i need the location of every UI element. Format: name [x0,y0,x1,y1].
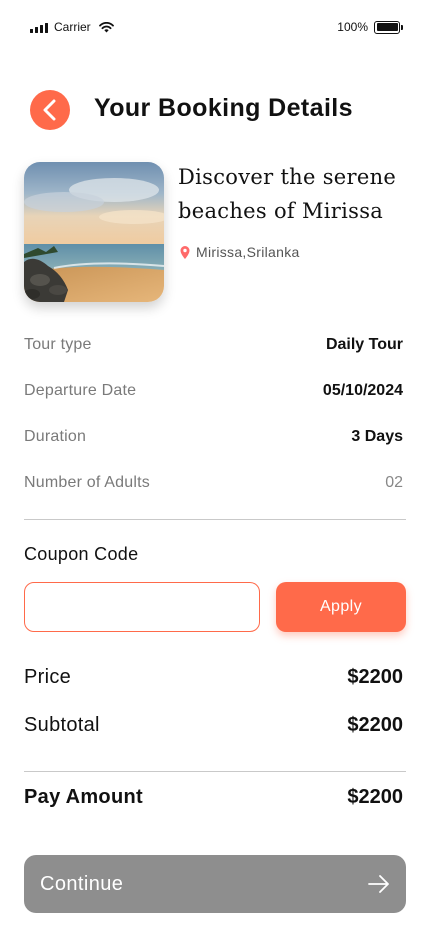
map-pin-icon [180,245,190,259]
chevron-left-icon [43,99,56,121]
tour-title: Discover the serene beaches of Mirissa [178,165,397,223]
detail-value: 05/10/2024 [322,382,403,399]
coupon-input[interactable] [24,582,260,632]
divider [24,771,406,772]
price-row: Price $2200 [24,666,403,689]
detail-row-adults: Number of Adults 02 [24,474,403,492]
back-button[interactable] [30,90,70,130]
detail-value: 3 Days [351,428,403,445]
price-value: $2200 [347,666,403,688]
detail-row-departure-date: Departure Date 05/10/2024 [24,382,403,400]
continue-button[interactable]: Continue [24,855,406,913]
price-label: Price [24,666,72,688]
pay-amount-row: Pay Amount $2200 [24,786,403,809]
detail-row-duration: Duration 3 Days [24,428,403,446]
page-title: Your Booking Details [94,94,353,122]
detail-label: Departure Date [24,382,137,399]
battery-icon [374,20,403,34]
location-text: Mirissa,Srilanka [196,244,300,260]
subtotal-row: Subtotal $2200 [24,714,403,737]
detail-value: Daily Tour [325,336,403,353]
divider [24,519,406,520]
detail-value: 02 [385,474,403,491]
subtotal-value: $2200 [347,714,403,736]
tour-image [24,162,164,302]
beach-photo [24,162,164,302]
pay-amount-label: Pay Amount [24,786,143,808]
carrier-name: Carrier [54,20,91,34]
signal-icon [30,22,48,33]
coupon-label: Coupon Code [24,544,139,564]
subtotal-label: Subtotal [24,714,100,736]
detail-label: Tour type [24,336,92,353]
pay-amount-value: $2200 [347,786,403,808]
detail-label: Number of Adults [24,474,150,491]
detail-label: Duration [24,428,87,445]
battery-percent: 100% [337,20,368,34]
arrow-right-icon [368,875,389,893]
status-right: 100% [337,20,403,34]
apply-button[interactable]: Apply [276,582,406,632]
tour-location: Mirissa,Srilanka [180,244,300,260]
continue-label: Continue [40,872,124,895]
status-left: Carrier [30,20,114,34]
status-bar: Carrier 100% [0,0,430,56]
battery-fill [376,23,398,31]
wifi-icon [98,21,114,32]
detail-row-tour-type: Tour type Daily Tour [24,336,403,354]
